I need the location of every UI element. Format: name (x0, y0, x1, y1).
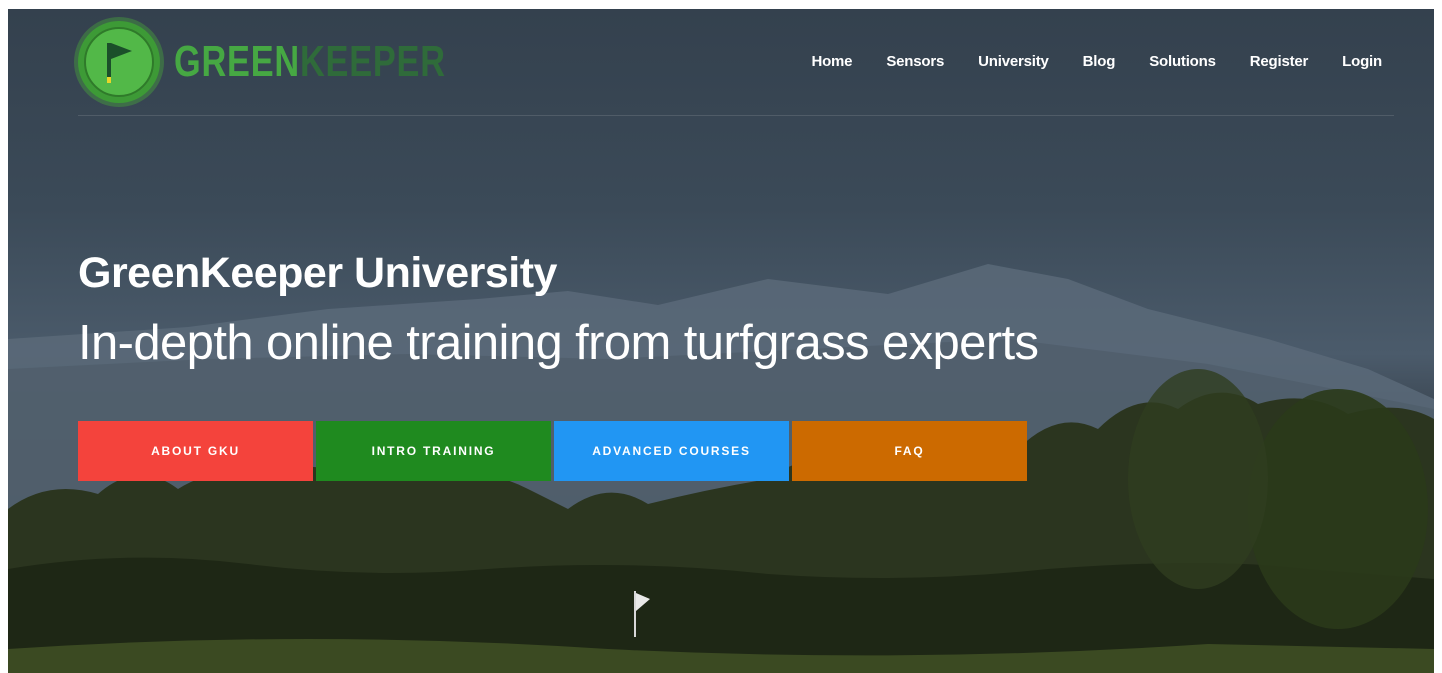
faq-button[interactable]: FAQ (792, 421, 1027, 481)
page-title: GreenKeeper University (78, 249, 557, 297)
nav-item-solutions[interactable]: Solutions (1149, 53, 1216, 70)
hero-section: GREENKEEPER Home Sensors University Blog… (8, 9, 1434, 673)
intro-training-button[interactable]: INTRO TRAINING (316, 421, 551, 481)
nav-item-home[interactable]: Home (811, 53, 852, 70)
golf-pin-flag-icon (634, 591, 650, 637)
about-gku-button[interactable]: ABOUT GKU (78, 421, 313, 481)
nav-item-sensors[interactable]: Sensors (886, 53, 944, 70)
page-subtitle: In-depth online training from turfgrass … (78, 316, 1039, 370)
main-nav: Home Sensors University Blog Solutions R… (777, 53, 1382, 70)
nav-item-blog[interactable]: Blog (1083, 53, 1116, 70)
nav-item-login[interactable]: Login (1342, 53, 1382, 70)
nav-item-university[interactable]: University (978, 53, 1049, 70)
hero-button-group: ABOUT GKU INTRO TRAINING ADVANCED COURSE… (78, 421, 1030, 481)
golf-flag-icon (78, 21, 160, 103)
nav-item-register[interactable]: Register (1250, 53, 1309, 70)
brand-logo[interactable]: GREENKEEPER (78, 21, 522, 103)
advanced-courses-button[interactable]: ADVANCED COURSES (554, 421, 789, 481)
brand-name-green: GREEN (174, 37, 300, 86)
nav-divider (78, 115, 1394, 116)
brand-name-keeper: KEEPER (299, 37, 446, 86)
brand-wordmark: GREENKEEPER (174, 37, 446, 87)
